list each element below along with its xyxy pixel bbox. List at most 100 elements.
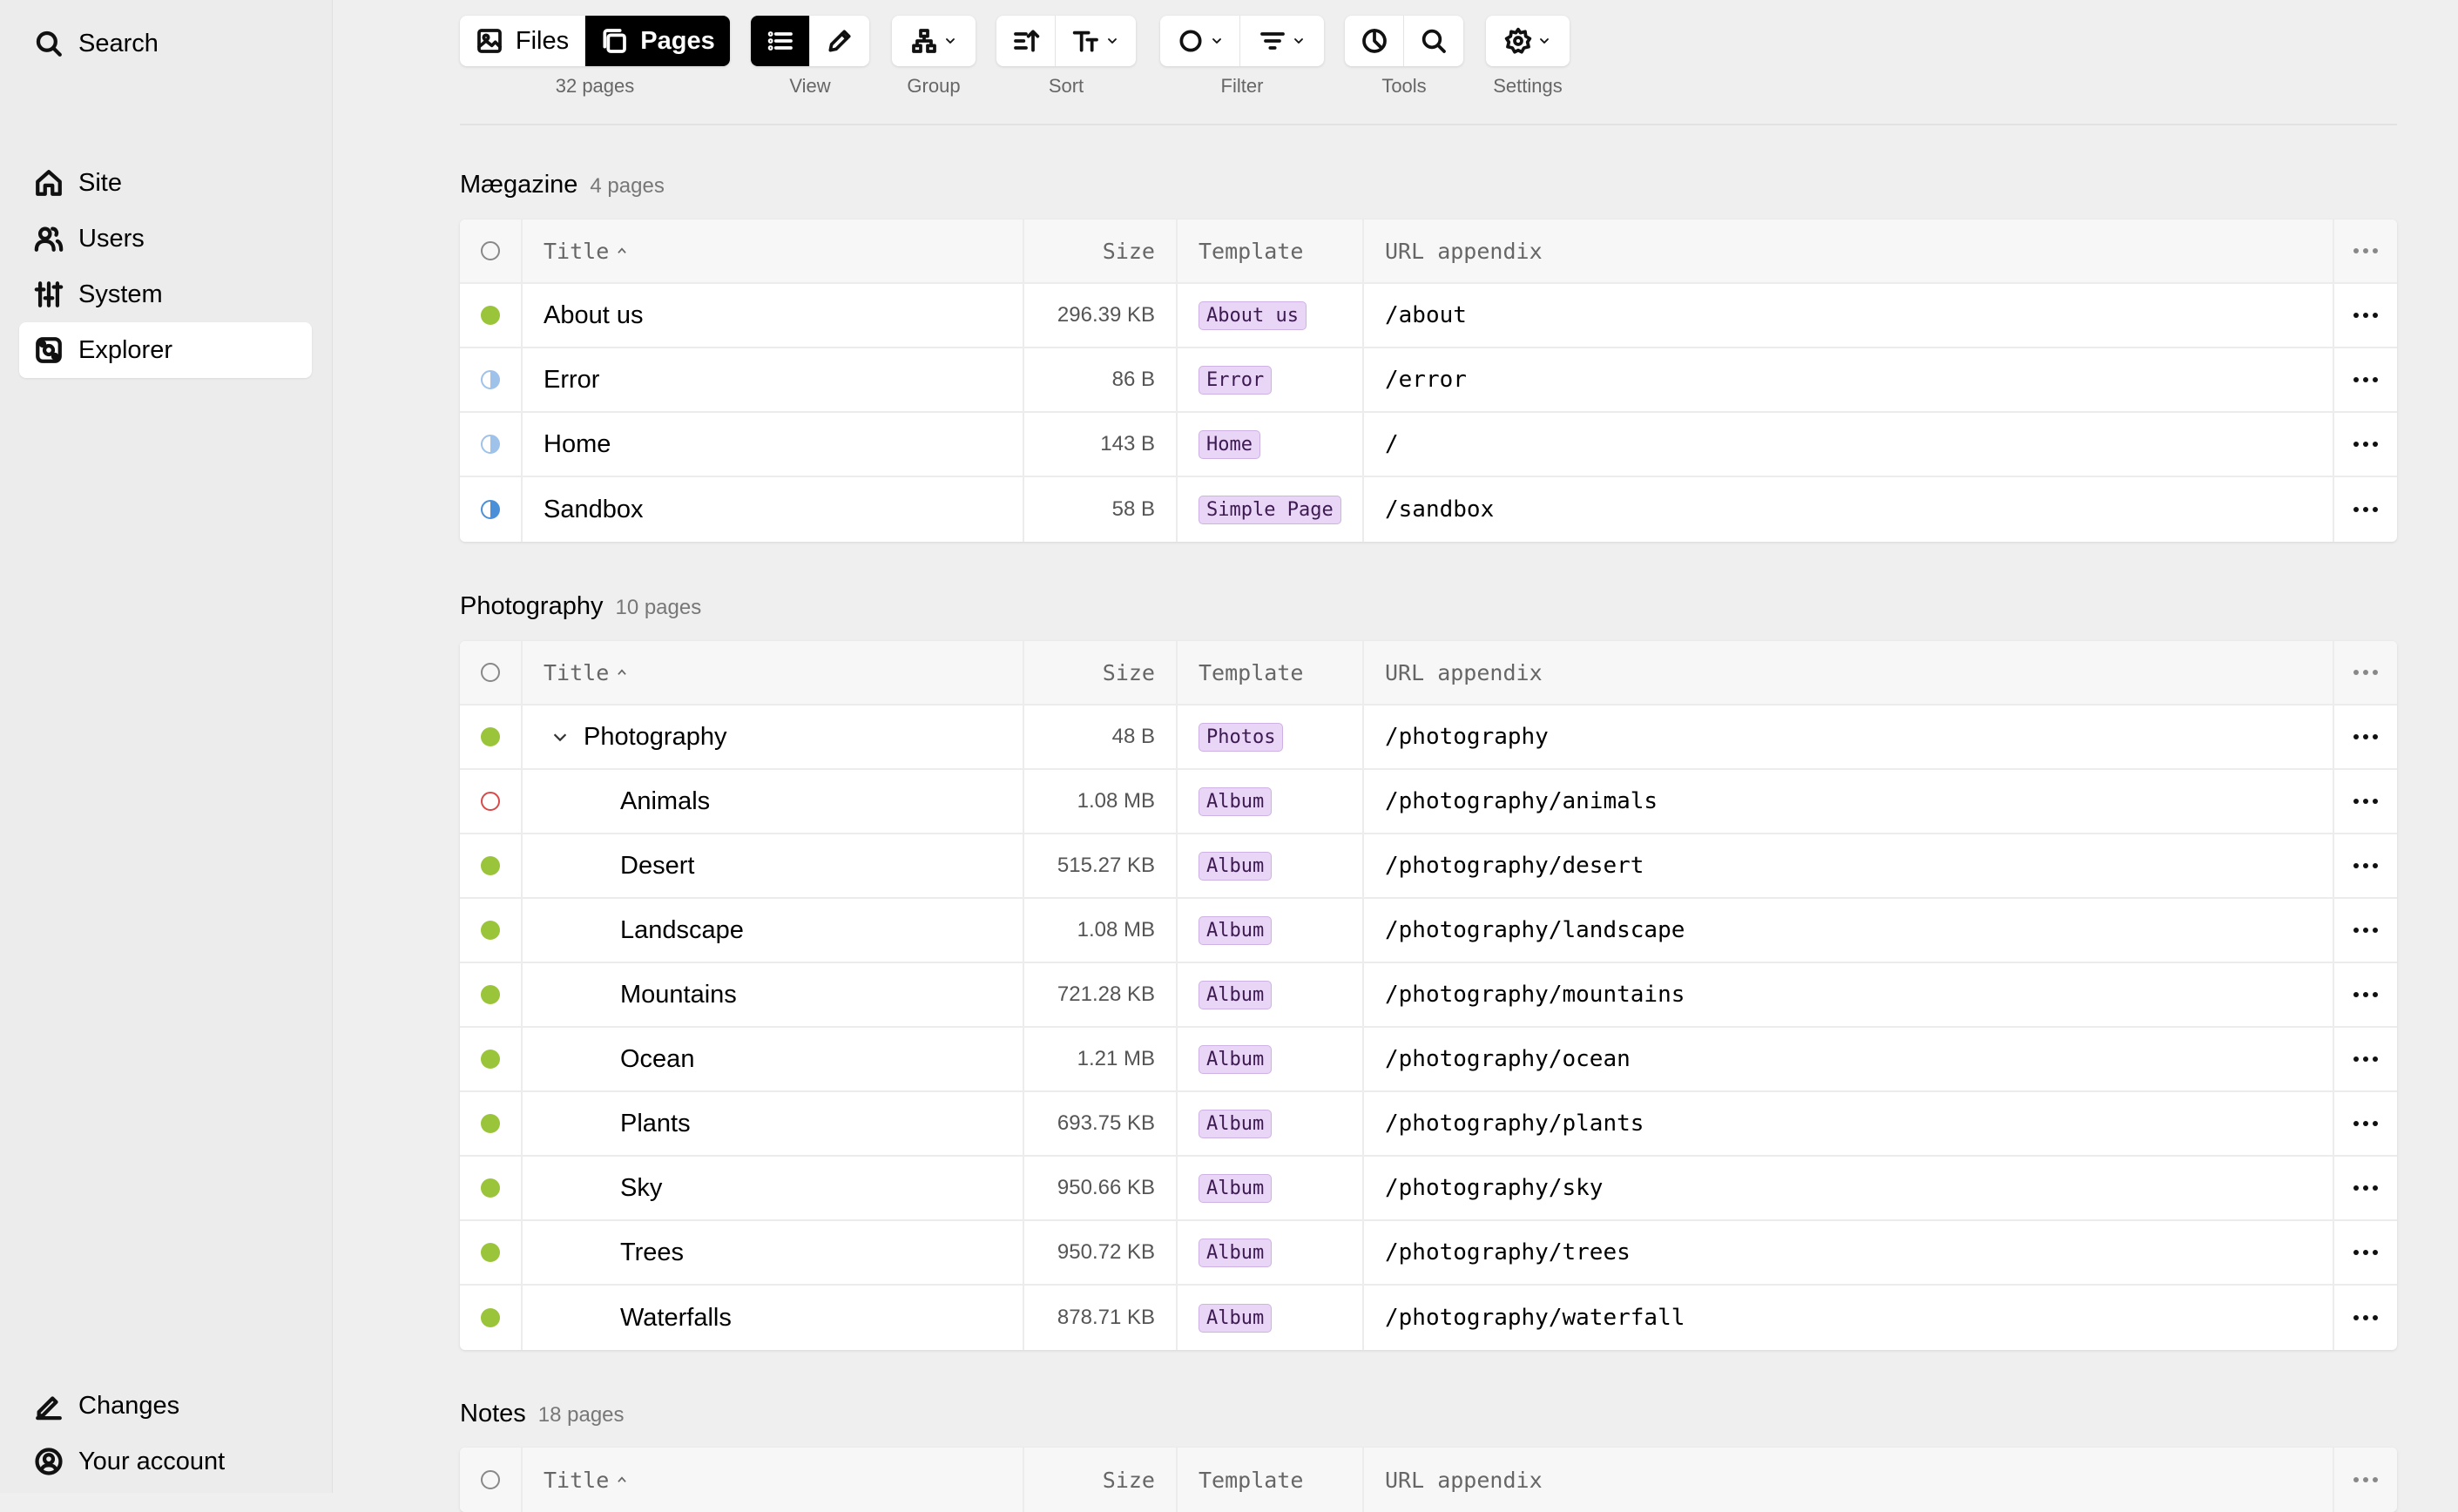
url-cell[interactable]: /photography/plants xyxy=(1364,1092,2334,1155)
status-cell[interactable] xyxy=(460,899,523,962)
header-template[interactable]: Template xyxy=(1178,641,1364,704)
header-options[interactable] xyxy=(2334,1448,2397,1512)
title-cell[interactable]: Ocean xyxy=(523,1028,1024,1090)
url-cell[interactable]: /photography/sky xyxy=(1364,1157,2334,1219)
row-options-button[interactable] xyxy=(2334,770,2397,833)
status-cell[interactable] xyxy=(460,348,523,411)
row-options-button[interactable] xyxy=(2334,413,2397,476)
status-listed-icon[interactable] xyxy=(481,727,500,746)
row-options-button[interactable] xyxy=(2334,1286,2397,1350)
page-title[interactable]: About us xyxy=(544,301,643,330)
filter-button[interactable] xyxy=(1240,16,1324,66)
row-options-button[interactable] xyxy=(2334,1157,2397,1219)
status-listed-icon[interactable] xyxy=(481,985,500,1004)
url-cell[interactable]: /photography xyxy=(1364,705,2334,768)
table-row[interactable]: Landscape 1.08 MB Album/photography/landsc… xyxy=(460,899,2397,963)
page-title[interactable]: Waterfalls xyxy=(620,1304,732,1333)
url-cell[interactable]: / xyxy=(1364,413,2334,476)
status-listed-icon[interactable] xyxy=(481,1243,500,1262)
group-button[interactable] xyxy=(892,16,976,66)
header-url[interactable]: URL appendix xyxy=(1364,1448,2334,1512)
list-view-button[interactable] xyxy=(751,16,810,66)
header-size[interactable]: Size xyxy=(1024,219,1178,282)
url-cell[interactable]: /photography/waterfall xyxy=(1364,1286,2334,1350)
pages-button[interactable]: Pages xyxy=(585,16,730,66)
row-options-button[interactable] xyxy=(2334,963,2397,1026)
table-row[interactable]: Trees 950.72 KB Album/photography/trees xyxy=(460,1221,2397,1286)
url-cell[interactable]: /photography/trees xyxy=(1364,1221,2334,1284)
title-cell[interactable]: Photography xyxy=(523,705,1024,768)
status-unlisted-light-icon[interactable] xyxy=(481,435,500,454)
status-listed-icon[interactable] xyxy=(481,856,500,875)
header-url[interactable]: URL appendix xyxy=(1364,641,2334,704)
header-title[interactable]: Title xyxy=(523,1448,1024,1512)
sort-field-button[interactable] xyxy=(1056,16,1136,66)
status-listed-icon[interactable] xyxy=(481,1114,500,1133)
header-size[interactable]: Size xyxy=(1024,1448,1178,1512)
page-title[interactable]: Mountains xyxy=(620,981,737,1009)
row-options-button[interactable] xyxy=(2334,1221,2397,1284)
title-cell[interactable]: About us xyxy=(523,284,1024,347)
header-options[interactable] xyxy=(2334,641,2397,704)
page-title[interactable]: Photography xyxy=(584,723,726,752)
table-row[interactable]: Ocean 1.21 MB Album/photography/ocean xyxy=(460,1028,2397,1092)
status-listed-icon[interactable] xyxy=(481,1050,500,1069)
title-cell[interactable]: Error xyxy=(523,348,1024,411)
status-unlisted-light-icon[interactable] xyxy=(481,370,500,389)
status-cell[interactable] xyxy=(460,834,523,897)
title-cell[interactable]: Desert xyxy=(523,834,1024,897)
sidebar-item-account[interactable]: Your account xyxy=(19,1434,312,1489)
table-row[interactable]: Desert 515.27 KB Album/photography/desert xyxy=(460,834,2397,899)
header-template[interactable]: Template xyxy=(1178,1448,1364,1512)
url-cell[interactable]: /photography/animals xyxy=(1364,770,2334,833)
header-url[interactable]: URL appendix xyxy=(1364,219,2334,282)
table-row[interactable]: Error 86 B Error/error xyxy=(460,348,2397,413)
row-options-button[interactable] xyxy=(2334,1028,2397,1090)
sidebar-item-changes[interactable]: Changes xyxy=(19,1378,312,1434)
status-draft-icon[interactable] xyxy=(481,792,500,811)
header-size[interactable]: Size xyxy=(1024,641,1178,704)
status-listed-icon[interactable] xyxy=(481,921,500,940)
title-cell[interactable]: Landscape xyxy=(523,899,1024,962)
row-options-button[interactable] xyxy=(2334,284,2397,347)
url-cell[interactable]: /photography/ocean xyxy=(1364,1028,2334,1090)
url-cell[interactable]: /about xyxy=(1364,284,2334,347)
title-cell[interactable]: Sandbox xyxy=(523,477,1024,542)
row-options-button[interactable] xyxy=(2334,899,2397,962)
sort-direction-button[interactable] xyxy=(996,16,1056,66)
status-cell[interactable] xyxy=(460,1028,523,1090)
sidebar-item-users[interactable]: Users xyxy=(19,211,312,267)
status-listed-icon[interactable] xyxy=(481,1178,500,1198)
url-cell[interactable]: /error xyxy=(1364,348,2334,411)
row-options-button[interactable] xyxy=(2334,1092,2397,1155)
table-row[interactable]: Photography 48 B Photos/photography xyxy=(460,705,2397,770)
title-cell[interactable]: Home xyxy=(523,413,1024,476)
chevron-down-icon[interactable] xyxy=(550,727,570,746)
page-title[interactable]: Desert xyxy=(620,852,694,881)
status-cell[interactable] xyxy=(460,413,523,476)
header-title[interactable]: Title xyxy=(523,219,1024,282)
title-cell[interactable]: Animals xyxy=(523,770,1024,833)
status-cell[interactable] xyxy=(460,1221,523,1284)
page-title[interactable]: Landscape xyxy=(620,916,744,945)
table-row[interactable]: Sky 950.66 KB Album/photography/sky xyxy=(460,1157,2397,1221)
page-title[interactable]: Plants xyxy=(620,1110,691,1138)
sidebar-item-site[interactable]: Site xyxy=(19,155,312,211)
page-title[interactable]: Animals xyxy=(620,787,710,816)
status-filter-button[interactable] xyxy=(1160,16,1240,66)
page-title[interactable]: Home xyxy=(544,430,611,459)
page-title[interactable]: Sky xyxy=(620,1174,662,1203)
status-listed-icon[interactable] xyxy=(481,1308,500,1327)
table-row[interactable]: Animals 1.08 MB Album/photography/animals xyxy=(460,770,2397,834)
edit-view-button[interactable] xyxy=(810,16,869,66)
table-row[interactable]: Mountains 721.28 KB Album/photography/moun… xyxy=(460,963,2397,1028)
header-title[interactable]: Title xyxy=(523,641,1024,704)
row-options-button[interactable] xyxy=(2334,477,2397,542)
table-row[interactable]: Plants 693.75 KB Album/photography/plants xyxy=(460,1092,2397,1157)
url-cell[interactable]: /photography/desert xyxy=(1364,834,2334,897)
url-cell[interactable]: /sandbox xyxy=(1364,477,2334,542)
header-options[interactable] xyxy=(2334,219,2397,282)
table-row[interactable]: Home 143 B Home / xyxy=(460,413,2397,477)
row-options-button[interactable] xyxy=(2334,834,2397,897)
status-unlisted-dark-icon[interactable] xyxy=(481,500,500,519)
